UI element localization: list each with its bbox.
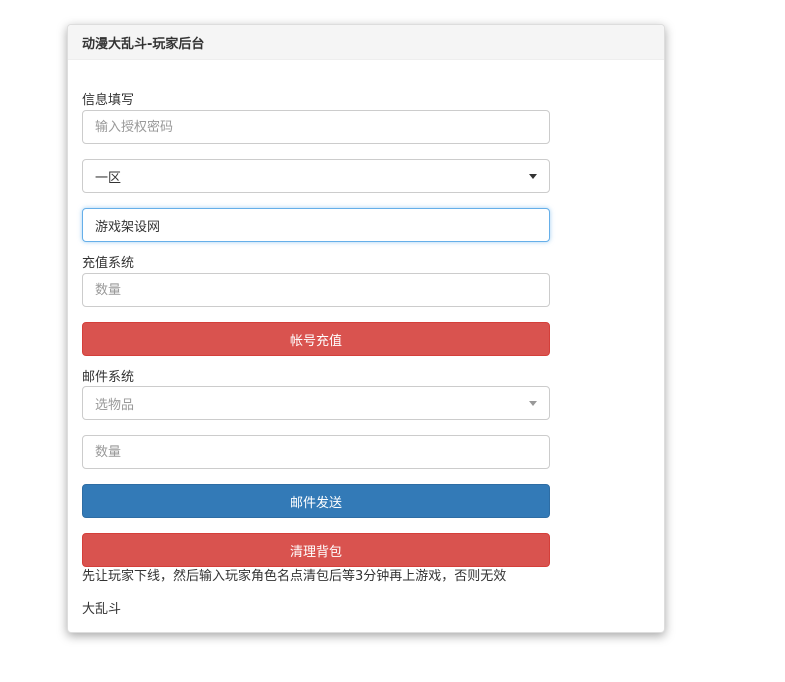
info-section-label: 信息填写 bbox=[82, 93, 135, 108]
item-select-placeholder: 选物品 bbox=[95, 397, 135, 413]
clear-bag-button[interactable]: 清理背包 bbox=[82, 533, 550, 567]
recharge-button[interactable]: 帐号充值 bbox=[82, 322, 550, 356]
caret-down-icon bbox=[529, 173, 537, 179]
account-input[interactable] bbox=[82, 208, 550, 242]
admin-panel: 动漫大乱斗-玩家后台 信息填写 一区 充值系统 帐号充值 邮件系统 选物品 邮件… bbox=[67, 24, 665, 633]
panel-heading: 动漫大乱斗-玩家后台 bbox=[68, 25, 664, 60]
footer-text: 大乱斗 bbox=[82, 602, 122, 617]
panel-title: 动漫大乱斗-玩家后台 bbox=[82, 36, 205, 52]
server-select[interactable]: 一区 bbox=[82, 159, 550, 193]
send-mail-button[interactable]: 邮件发送 bbox=[82, 484, 550, 518]
mail-section-label: 邮件系统 bbox=[82, 370, 135, 385]
item-select[interactable]: 选物品 bbox=[82, 386, 550, 420]
recharge-amount-input[interactable] bbox=[82, 273, 550, 307]
password-input[interactable] bbox=[82, 110, 550, 144]
server-select-value: 一区 bbox=[95, 170, 122, 186]
recharge-section-label: 充值系统 bbox=[82, 256, 135, 271]
caret-down-icon bbox=[529, 400, 537, 406]
notice-text: 先让玩家下线，然后输入玩家角色名点清包后等3分钟再上游戏，否则无效 bbox=[82, 569, 507, 584]
mail-amount-input[interactable] bbox=[82, 435, 550, 469]
